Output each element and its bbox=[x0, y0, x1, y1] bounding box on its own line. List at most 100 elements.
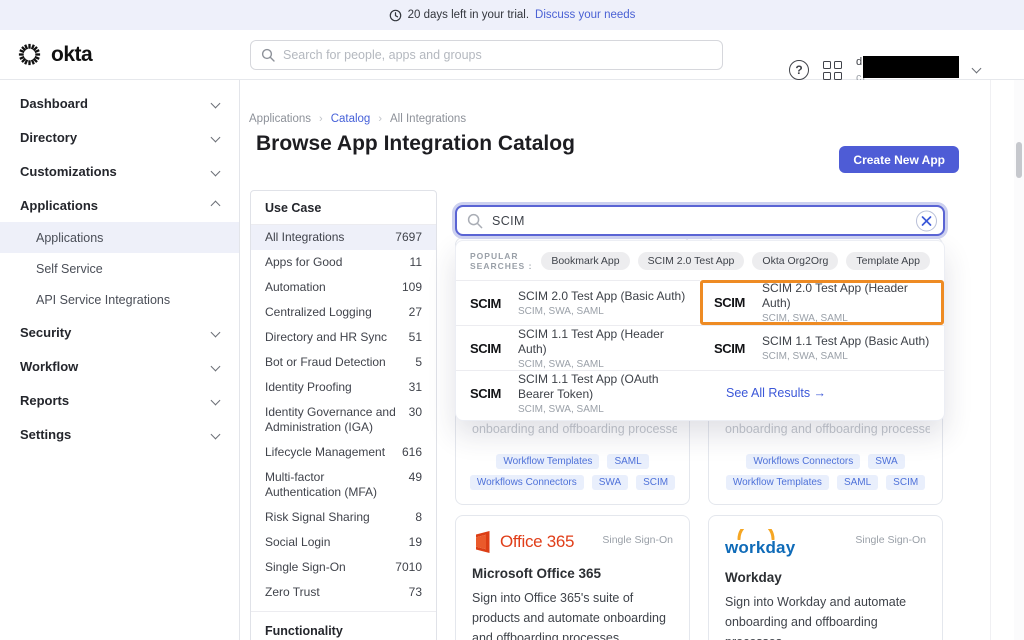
use-case-lifecycle-management[interactable]: Lifecycle Management616 bbox=[251, 440, 436, 465]
workday-arc-icon bbox=[735, 529, 777, 540]
chevron-down-icon bbox=[211, 98, 221, 108]
page-scrollbar bbox=[1014, 80, 1024, 640]
tag-swa[interactable]: SWA bbox=[592, 475, 628, 490]
sidebar-item-self-service[interactable]: Self Service bbox=[0, 253, 239, 284]
tag-scim[interactable]: SCIM bbox=[886, 475, 925, 490]
trial-message: 20 days left in your trial. bbox=[408, 9, 529, 21]
page-title: Browse App Integration Catalog bbox=[256, 132, 575, 156]
use-case-centralized-logging[interactable]: Centralized Logging27 bbox=[251, 300, 436, 325]
discuss-needs-link[interactable]: Discuss your needs bbox=[535, 9, 635, 21]
card-tags: Workflow Templates SAML Workflows Connec… bbox=[468, 454, 677, 490]
scim-logo: SCIM bbox=[470, 341, 506, 356]
use-case-apps-for-good[interactable]: Apps for Good11 bbox=[251, 250, 436, 275]
use-case-bot-fraud-detection[interactable]: Bot or Fraud Detection5 bbox=[251, 350, 436, 375]
card-title: Microsoft Office 365 bbox=[472, 566, 673, 581]
tag-workflow-templates[interactable]: Workflow Templates bbox=[496, 454, 599, 469]
use-case-directory-hr-sync[interactable]: Directory and HR Sync51 bbox=[251, 325, 436, 350]
scrollbar-thumb[interactable] bbox=[1016, 142, 1022, 178]
office365-logo: Office 365 bbox=[472, 530, 574, 554]
popular-searches-row: POPULAR SEARCHES : Bookmark App SCIM 2.0… bbox=[456, 241, 944, 280]
breadcrumb-all-integrations[interactable]: All Integrations bbox=[390, 113, 466, 125]
popular-scim-20-test-app[interactable]: SCIM 2.0 Test App bbox=[638, 252, 745, 270]
brand-name: okta bbox=[51, 43, 92, 67]
create-new-app-button[interactable]: Create New App bbox=[839, 146, 959, 173]
catalog-search-field[interactable] bbox=[455, 205, 945, 236]
tag-workflow-templates[interactable]: Workflow Templates bbox=[726, 475, 829, 490]
header: okta ? d cl bbox=[0, 30, 1024, 80]
use-case-social-login[interactable]: Social Login19 bbox=[251, 530, 436, 555]
okta-sunburst-icon bbox=[16, 41, 43, 68]
chevron-down-icon bbox=[211, 361, 221, 371]
result-scim-11-header-auth[interactable]: SCIM SCIM 1.1 Test App (Header Auth) SCI… bbox=[456, 325, 700, 370]
breadcrumb-applications[interactable]: Applications bbox=[249, 113, 311, 125]
sidebar-item-security[interactable]: Security bbox=[0, 315, 239, 349]
scim-logo: SCIM bbox=[714, 295, 750, 310]
popular-template-app[interactable]: Template App bbox=[846, 252, 930, 270]
tag-workflows-connectors[interactable]: Workflows Connectors bbox=[470, 475, 584, 490]
see-all-results-link[interactable]: See All Results → bbox=[726, 386, 826, 400]
tag-saml[interactable]: SAML bbox=[607, 454, 648, 469]
result-scim-11-oauth-bearer[interactable]: SCIM SCIM 1.1 Test App (OAuth Bearer Tok… bbox=[456, 370, 700, 415]
see-all-results-cell: See All Results → bbox=[700, 370, 944, 415]
help-icon[interactable]: ? bbox=[789, 60, 809, 80]
use-case-risk-signal-sharing[interactable]: Risk Signal Sharing8 bbox=[251, 505, 436, 530]
sidebar-item-workflow[interactable]: Workflow bbox=[0, 349, 239, 383]
use-case-panel: Use Case All Integrations7697 Apps for G… bbox=[250, 190, 437, 640]
app-card-office365[interactable]: Office 365 Single Sign-On Microsoft Offi… bbox=[455, 515, 690, 640]
use-case-identity-proofing[interactable]: Identity Proofing31 bbox=[251, 375, 436, 400]
main-content: Applications › Catalog › All Integration… bbox=[240, 80, 1024, 640]
functionality-section-header: Functionality bbox=[251, 611, 436, 640]
search-icon bbox=[467, 213, 483, 229]
search-results-grid: SCIM SCIM 2.0 Test App (Basic Auth) SCIM… bbox=[456, 280, 944, 415]
tag-swa[interactable]: SWA bbox=[868, 454, 904, 469]
account-name: d bbox=[856, 56, 862, 68]
card-description-partial: onboarding and offboarding processes bbox=[468, 422, 677, 436]
sidebar-item-settings[interactable]: Settings bbox=[0, 417, 239, 451]
chevron-down-icon bbox=[211, 327, 221, 337]
sso-badge: Single Sign-On bbox=[602, 534, 673, 546]
chevron-down-icon bbox=[211, 429, 221, 439]
sidebar-item-directory[interactable]: Directory bbox=[0, 120, 239, 154]
sidebar-item-dashboard[interactable]: Dashboard bbox=[0, 86, 239, 120]
breadcrumb-separator: › bbox=[378, 113, 382, 125]
sidebar-item-api-service-integrations[interactable]: API Service Integrations bbox=[0, 284, 239, 315]
search-icon bbox=[261, 48, 275, 62]
scim-logo: SCIM bbox=[714, 341, 750, 356]
result-scim-20-basic-auth[interactable]: SCIM SCIM 2.0 Test App (Basic Auth) SCIM… bbox=[456, 280, 700, 325]
sidebar-item-applications[interactable]: Applications bbox=[0, 188, 239, 222]
trial-banner: 20 days left in your trial. Discuss your… bbox=[0, 0, 1024, 30]
popular-okta-org2org[interactable]: Okta Org2Org bbox=[752, 252, 838, 270]
use-case-mfa[interactable]: Multi-factor Authentication (MFA)49 bbox=[251, 465, 436, 505]
sidebar-item-reports[interactable]: Reports bbox=[0, 383, 239, 417]
popular-searches-label: POPULAR SEARCHES : bbox=[470, 251, 533, 271]
content-edge-divider bbox=[990, 80, 991, 640]
apps-grid-icon[interactable] bbox=[823, 61, 842, 80]
use-case-single-sign-on[interactable]: Single Sign-On7010 bbox=[251, 555, 436, 580]
popular-bookmark-app[interactable]: Bookmark App bbox=[541, 252, 629, 270]
breadcrumb-catalog[interactable]: Catalog bbox=[331, 113, 371, 125]
clear-search-button[interactable] bbox=[916, 210, 937, 231]
use-case-iga[interactable]: Identity Governance and Administration (… bbox=[251, 400, 436, 440]
redaction-box bbox=[863, 56, 959, 78]
tag-saml[interactable]: SAML bbox=[837, 475, 878, 490]
scim-logo: SCIM bbox=[470, 386, 506, 401]
catalog-search-overlay: POPULAR SEARCHES : Bookmark App SCIM 2.0… bbox=[455, 205, 945, 421]
okta-logo[interactable]: okta bbox=[16, 41, 92, 68]
card-description: Sign into Office 365's suite of products… bbox=[472, 588, 673, 640]
use-case-header: Use Case bbox=[251, 191, 436, 225]
global-search[interactable] bbox=[250, 40, 723, 70]
use-case-zero-trust[interactable]: Zero Trust73 bbox=[251, 580, 436, 605]
global-search-input[interactable] bbox=[283, 48, 712, 62]
use-case-all-integrations[interactable]: All Integrations7697 bbox=[251, 225, 436, 250]
tag-workflows-connectors[interactable]: Workflows Connectors bbox=[746, 454, 860, 469]
result-scim-11-basic-auth[interactable]: SCIM SCIM 1.1 Test App (Basic Auth) SCIM… bbox=[700, 325, 944, 370]
app-card-workday[interactable]: workday Single Sign-On Workday Sign into… bbox=[708, 515, 943, 640]
tag-scim[interactable]: SCIM bbox=[636, 475, 675, 490]
result-scim-20-header-auth[interactable]: SCIM SCIM 2.0 Test App (Header Auth) SCI… bbox=[700, 280, 944, 325]
sidebar-item-applications-applications[interactable]: Applications bbox=[0, 222, 239, 253]
catalog-search-input[interactable] bbox=[492, 214, 907, 228]
sidebar-nav: Dashboard Directory Customizations Appli… bbox=[0, 80, 240, 640]
sidebar-item-customizations[interactable]: Customizations bbox=[0, 154, 239, 188]
card-description: Sign into Workday and automate onboardin… bbox=[725, 592, 926, 640]
use-case-automation[interactable]: Automation109 bbox=[251, 275, 436, 300]
